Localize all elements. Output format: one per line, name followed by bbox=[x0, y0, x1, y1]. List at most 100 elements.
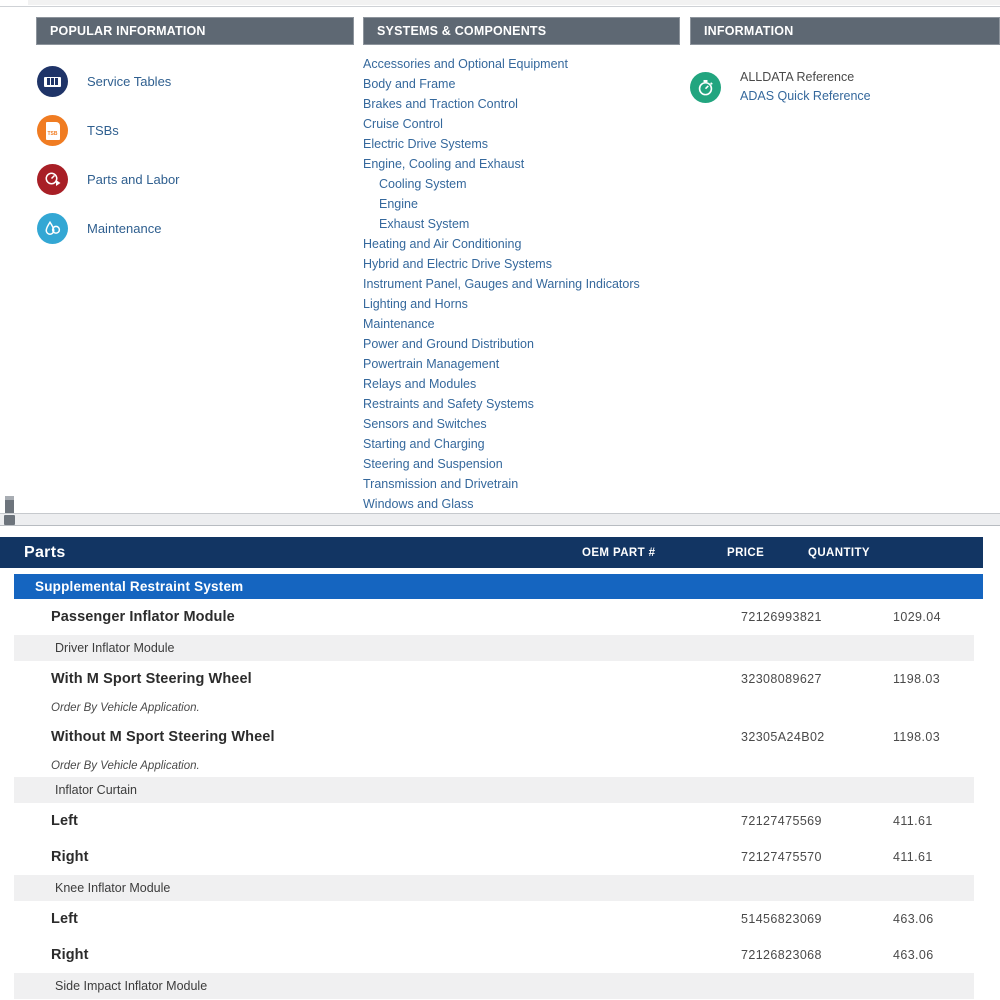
parts-group-label: Supplemental Restraint System bbox=[35, 579, 244, 594]
systems-item[interactable]: Windows and Glass bbox=[363, 494, 680, 512]
oil-drop-icon bbox=[37, 213, 68, 244]
top-strip bbox=[0, 0, 1000, 7]
stopwatch-icon-svg bbox=[698, 79, 713, 95]
section-gap bbox=[0, 527, 1000, 537]
systems-item[interactable]: Brakes and Traction Control bbox=[363, 94, 680, 114]
panel-systems-components: SYSTEMS & COMPONENTS Accessories and Opt… bbox=[363, 17, 680, 512]
parts-group-row[interactable]: Supplemental Restraint System bbox=[14, 574, 983, 599]
systems-item[interactable]: Cooling System bbox=[363, 174, 680, 194]
parts-subgroup-label: Driver Inflator Module bbox=[55, 641, 175, 655]
systems-item[interactable]: Restraints and Safety Systems bbox=[363, 394, 680, 414]
systems-item[interactable]: Transmission and Drivetrain bbox=[363, 474, 680, 494]
part-price: 1029.04 bbox=[893, 610, 941, 624]
part-price: 411.61 bbox=[893, 814, 933, 828]
systems-item[interactable]: Starting and Charging bbox=[363, 434, 680, 454]
part-name: Passenger Inflator Module bbox=[51, 609, 235, 625]
systems-item[interactable]: Sensors and Switches bbox=[363, 414, 680, 434]
systems-item[interactable]: Relays and Modules bbox=[363, 374, 680, 394]
systems-item[interactable]: Electric Drive Systems bbox=[363, 134, 680, 154]
parts-subgroup-row: Side Impact Inflator Module bbox=[14, 973, 974, 999]
popular-item-label: Maintenance bbox=[87, 221, 162, 236]
panels-region: POPULAR INFORMATION Service Tables TSB T… bbox=[0, 7, 1000, 512]
parts-subgroup-row: Driver Inflator Module bbox=[14, 635, 974, 661]
parts-note-row: Order By Vehicle Application. bbox=[0, 755, 983, 777]
panel-popular-header: POPULAR INFORMATION bbox=[36, 17, 354, 45]
panel-systems-title: SYSTEMS & COMPONENTS bbox=[377, 24, 547, 38]
parts-table: Parts OEM PART # PRICE QUANTITY Suppleme… bbox=[0, 537, 983, 999]
column-header-quantity: QUANTITY bbox=[808, 546, 870, 559]
part-oem-number: 32308089627 bbox=[741, 672, 822, 686]
parts-title: Parts bbox=[24, 543, 66, 561]
popular-item-service-tables[interactable]: Service Tables bbox=[36, 57, 354, 106]
panel-information: INFORMATION ALLDATA Reference ADAS Quick… bbox=[690, 17, 1000, 105]
alldata-vehicle-page: POPULAR INFORMATION Service Tables TSB T… bbox=[0, 0, 1000, 1000]
part-oem-number: 32305A24B02 bbox=[741, 730, 825, 744]
systems-item[interactable]: Engine, Cooling and Exhaust bbox=[363, 154, 680, 174]
part-oem-number: 72127475569 bbox=[741, 814, 822, 828]
popular-item-label: Service Tables bbox=[87, 74, 172, 89]
part-name: With M Sport Steering Wheel bbox=[51, 671, 252, 687]
part-price: 463.06 bbox=[893, 912, 934, 926]
part-price: 1198.03 bbox=[893, 730, 941, 744]
panel-popular-title: POPULAR INFORMATION bbox=[50, 24, 206, 38]
column-header-oem-part: OEM PART # bbox=[582, 546, 656, 559]
part-name: Right bbox=[51, 947, 89, 963]
parts-row[interactable]: Passenger Inflator Module 72126993821 1029… bbox=[0, 599, 983, 635]
horizontal-scrollbar-thumb[interactable] bbox=[4, 515, 15, 525]
systems-item[interactable]: Lighting and Horns bbox=[363, 294, 680, 314]
popular-item-label: Parts and Labor bbox=[87, 172, 180, 187]
parts-row[interactable]: With M Sport Steering Wheel 32308089627 11… bbox=[0, 661, 983, 697]
top-strip-inner bbox=[28, 0, 1000, 5]
link-adas-quick-reference[interactable]: ADAS Quick Reference bbox=[740, 88, 871, 105]
parts-note-text: Order By Vehicle Application. bbox=[51, 702, 200, 714]
horizontal-scrollbar[interactable] bbox=[0, 513, 1000, 526]
scroll-left-cap-highlight bbox=[5, 496, 14, 500]
parts-subgroup-label: Inflator Curtain bbox=[55, 783, 137, 797]
systems-item[interactable]: Steering and Suspension bbox=[363, 454, 680, 474]
gauge-icon-svg bbox=[45, 172, 60, 186]
part-name: Right bbox=[51, 849, 89, 865]
part-oem-number: 72127475570 bbox=[741, 850, 822, 864]
systems-item[interactable]: Body and Frame bbox=[363, 74, 680, 94]
gauge-icon bbox=[37, 164, 68, 195]
systems-item[interactable]: Hybrid and Electric Drive Systems bbox=[363, 254, 680, 274]
information-entry: ALLDATA Reference ADAS Quick Reference bbox=[690, 57, 1000, 105]
popular-item-parts-and-labor[interactable]: Parts and Labor bbox=[36, 155, 354, 204]
popular-item-tsbs[interactable]: TSB TSBs bbox=[36, 106, 354, 155]
panel-information-title: INFORMATION bbox=[704, 24, 794, 38]
information-links: ALLDATA Reference ADAS Quick Reference bbox=[740, 69, 871, 105]
part-name: Left bbox=[51, 813, 78, 829]
systems-item[interactable]: Cruise Control bbox=[363, 114, 680, 134]
systems-item[interactable]: Maintenance bbox=[363, 314, 680, 334]
systems-item[interactable]: Heating and Air Conditioning bbox=[363, 234, 680, 254]
part-oem-number: 51456823069 bbox=[741, 912, 822, 926]
parts-subgroup-row: Inflator Curtain bbox=[14, 777, 974, 803]
part-price: 463.06 bbox=[893, 948, 934, 962]
parts-row[interactable]: Without M Sport Steering Wheel 32305A24B0… bbox=[0, 719, 983, 755]
panel-systems-header: SYSTEMS & COMPONENTS bbox=[363, 17, 680, 45]
odometer-icon bbox=[37, 66, 68, 97]
systems-item[interactable]: Powertrain Management bbox=[363, 354, 680, 374]
systems-item[interactable]: Instrument Panel, Gauges and Warning Ind… bbox=[363, 274, 680, 294]
parts-row[interactable]: Right 72127475570 411.61 bbox=[0, 839, 983, 875]
panel-popular-information: POPULAR INFORMATION Service Tables TSB T… bbox=[36, 17, 354, 253]
oil-drop-icon-svg bbox=[44, 220, 60, 235]
part-name: Without M Sport Steering Wheel bbox=[51, 729, 275, 745]
parts-row[interactable]: Right 72126823068 463.06 bbox=[0, 937, 983, 973]
systems-item[interactable]: Accessories and Optional Equipment bbox=[363, 54, 680, 74]
parts-row[interactable]: Left 72127475569 411.61 bbox=[0, 803, 983, 839]
panel-popular-body: Service Tables TSB TSBs Parts and Labor … bbox=[36, 45, 354, 253]
parts-note-row: Order By Vehicle Application. bbox=[0, 697, 983, 719]
parts-row[interactable]: Left 51456823069 463.06 bbox=[0, 901, 983, 937]
parts-note-text: Order By Vehicle Application. bbox=[51, 760, 200, 772]
systems-item[interactable]: Exhaust System bbox=[363, 214, 680, 234]
part-price: 411.61 bbox=[893, 850, 933, 864]
parts-table-header: Parts OEM PART # PRICE QUANTITY bbox=[0, 537, 983, 568]
popular-item-maintenance[interactable]: Maintenance bbox=[36, 204, 354, 253]
panel-information-header: INFORMATION bbox=[690, 17, 1000, 45]
part-oem-number: 72126993821 bbox=[741, 610, 822, 624]
systems-item[interactable]: Power and Ground Distribution bbox=[363, 334, 680, 354]
column-header-price: PRICE bbox=[727, 546, 765, 559]
systems-item[interactable]: Engine bbox=[363, 194, 680, 214]
link-alldata-reference[interactable]: ALLDATA Reference bbox=[740, 69, 871, 86]
